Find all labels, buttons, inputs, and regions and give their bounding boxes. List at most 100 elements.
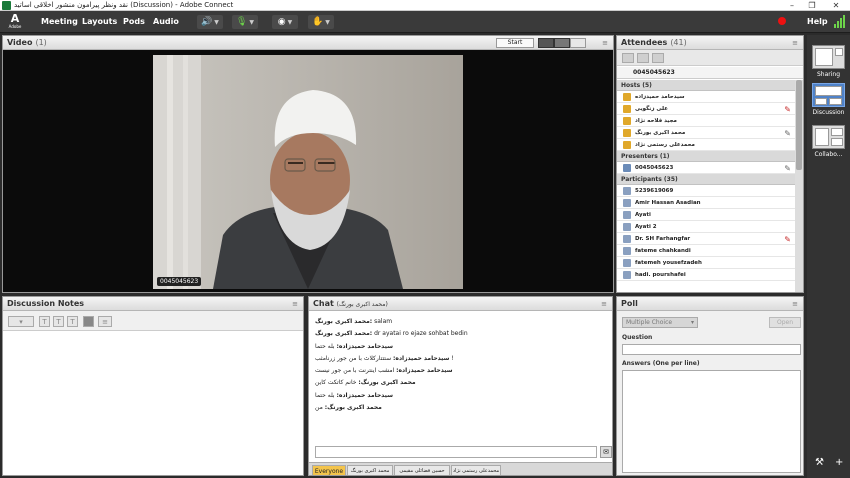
filmstrip-layout-icon[interactable]	[538, 38, 554, 48]
chat-message: محمد اکبری بورنگ: خانم کاتکت کاین	[315, 379, 416, 387]
layout-sharing[interactable]: Sharing	[810, 45, 847, 78]
pod-options-icon[interactable]: ≡	[792, 297, 798, 311]
speaker-button[interactable]: 🔊 ▼	[197, 15, 223, 29]
poll-pod-header: Poll ≡	[617, 297, 803, 311]
list-item[interactable]: Amir Hassan Asadian	[617, 197, 795, 209]
pod-options-icon[interactable]: ≡	[792, 36, 798, 50]
attendee-scrollbar[interactable]	[795, 80, 803, 292]
group-header-participants[interactable]: Participants (35)	[617, 174, 795, 185]
raise-hand-icon: ✋	[312, 17, 324, 27]
breakout-view-icon[interactable]	[637, 53, 649, 63]
poll-type-select[interactable]: Multiple Choice ▾	[622, 317, 698, 328]
webcam-image	[153, 55, 463, 289]
my-status-row[interactable]: 0045045623	[617, 67, 803, 79]
chat-pod: Chat (محمد اکبری بورنگ) ≡ محمد اکبری بور…	[308, 296, 613, 476]
chat-subtitle: (محمد اکبری بورنگ)	[336, 301, 388, 308]
scrollbar-thumb[interactable]	[796, 80, 802, 170]
webcam-button[interactable]: ◉ ▼	[272, 15, 298, 29]
list-item[interactable]: محمدعلی رستمی نژاد	[617, 139, 795, 151]
pod-options-icon[interactable]: ≡	[601, 297, 607, 311]
chat-pod-title: Chat (محمد اکبری بورنگ)	[313, 299, 388, 308]
connection-signal-icon	[834, 14, 846, 28]
layout-rail: Sharing Discussion Collabo... ⚒ +	[807, 35, 850, 478]
underline-icon[interactable]: T	[67, 316, 78, 327]
menu-meeting[interactable]: Meeting	[41, 11, 78, 33]
list-item[interactable]: fatemeh yousefzadeh	[617, 257, 795, 269]
pod-options-icon[interactable]: ≡	[292, 297, 298, 311]
help-menu[interactable]: Help	[807, 11, 828, 33]
notes-pod-title: Discussion Notes	[7, 299, 85, 308]
text-color-icon[interactable]	[83, 316, 94, 327]
group-header-hosts[interactable]: Hosts (5)	[617, 80, 795, 91]
bullet-list-icon[interactable]: ≡	[98, 316, 112, 327]
add-layout-icon[interactable]: +	[835, 457, 843, 468]
list-item[interactable]: سیدحامد حمیدزاده	[617, 91, 795, 103]
menu-audio[interactable]: Audio	[153, 11, 179, 33]
list-item[interactable]: hadi. pourshafei	[617, 269, 795, 281]
mic-status-icon: ✎	[784, 129, 791, 138]
list-item[interactable]: fateme chahkandi	[617, 245, 795, 257]
answers-field[interactable]	[622, 370, 801, 473]
tab-private-chat[interactable]: محمدعلی رستمی نژاد	[451, 465, 501, 475]
tab-everyone[interactable]: Everyone	[312, 465, 346, 475]
status-view-icon[interactable]	[652, 53, 664, 63]
adobe-logo-text: Adobe	[8, 24, 22, 29]
grid-layout-icon[interactable]	[554, 38, 570, 48]
microphone-button[interactable]: 🎙 ▼	[232, 15, 258, 29]
chevron-down-icon[interactable]: ▼	[325, 19, 330, 26]
list-item[interactable]: محمد اکبری بورنگ ✎	[617, 127, 795, 139]
layout-collaboration[interactable]: Collabo...	[810, 125, 847, 158]
speaker-icon: 🔊	[201, 17, 213, 27]
menu-pods[interactable]: Pods	[123, 11, 145, 33]
mic-status-icon: ✎	[784, 235, 791, 244]
list-view-icon[interactable]	[622, 53, 634, 63]
participant-icon	[623, 247, 631, 255]
tab-private-chat[interactable]: حسین فضائلی مقیمی	[394, 465, 450, 475]
window-title: نقد ونظر پیرامون منشور اخلاقی اساتید (Di…	[14, 1, 234, 9]
list-item[interactable]: Ayati 2	[617, 221, 795, 233]
poll-pod-title: Poll	[621, 299, 638, 308]
fullscreen-icon[interactable]	[570, 38, 586, 48]
list-item[interactable]: Dr. SH Farhangfar ✎	[617, 233, 795, 245]
title-bar: نقد ونظر پیرامون منشور اخلاقی اساتید (Di…	[0, 0, 850, 11]
video-pod: Video (1) Start ≡ 0045045623	[2, 35, 614, 293]
list-item[interactable]: Ayati	[617, 209, 795, 221]
layout-thumbnail	[812, 125, 845, 149]
record-icon[interactable]	[778, 17, 786, 25]
pod-options-icon[interactable]: ≡	[602, 36, 608, 50]
layout-thumbnail	[812, 83, 845, 107]
poll-pod: Poll ≡ Multiple Choice ▾ Open Question An…	[616, 296, 804, 476]
video-pod-header: Video (1) Start ≡	[3, 36, 613, 50]
attendee-list: Hosts (5) سیدحامد حمیدزاده علی زنگویی ✎ م…	[617, 80, 795, 292]
list-item[interactable]: 0045045623 ✎	[617, 162, 795, 174]
send-message-icon[interactable]: ✉	[600, 446, 612, 458]
list-item[interactable]: مجید فلاحه نژاد	[617, 115, 795, 127]
bold-icon[interactable]: T	[39, 316, 50, 327]
close-button[interactable]: ✕	[830, 0, 842, 11]
chevron-down-icon[interactable]: ▼	[288, 19, 293, 26]
layout-discussion[interactable]: Discussion	[810, 83, 847, 116]
list-item[interactable]: علی زنگویی ✎	[617, 103, 795, 115]
group-header-presenters[interactable]: Presenters (1)	[617, 151, 795, 162]
chat-message: محمد اکبری بورنگ: salam	[315, 318, 393, 325]
font-size-select[interactable]: ▾	[8, 316, 34, 327]
chevron-down-icon[interactable]: ▼	[249, 19, 254, 26]
list-item[interactable]: 5239619069	[617, 185, 795, 197]
presenter-icon	[623, 164, 631, 172]
chat-message: محمد اکبری بورنگ: من	[315, 404, 382, 412]
chat-messages: محمد اکبری بورنگ: salam محمد اکبری بورنگ…	[309, 312, 612, 440]
question-field[interactable]	[622, 344, 801, 355]
start-webcam-button[interactable]: Start	[496, 38, 534, 48]
open-poll-button[interactable]: Open	[769, 317, 801, 328]
italic-icon[interactable]: T	[53, 316, 64, 327]
chat-input[interactable]	[315, 446, 597, 458]
tools-icon[interactable]: ⚒	[815, 457, 824, 468]
status-button[interactable]: ✋ ▼	[308, 15, 334, 29]
adobe-logo-mark: A	[10, 12, 20, 25]
tab-private-chat[interactable]: محمد اکبری بورنگ	[347, 465, 393, 475]
chevron-down-icon[interactable]: ▼	[214, 19, 219, 26]
menu-layouts[interactable]: Layouts	[82, 11, 117, 33]
minimize-button[interactable]: –	[786, 0, 798, 11]
restore-button[interactable]: ❐	[806, 0, 818, 11]
attendees-count: (41)	[670, 38, 687, 47]
